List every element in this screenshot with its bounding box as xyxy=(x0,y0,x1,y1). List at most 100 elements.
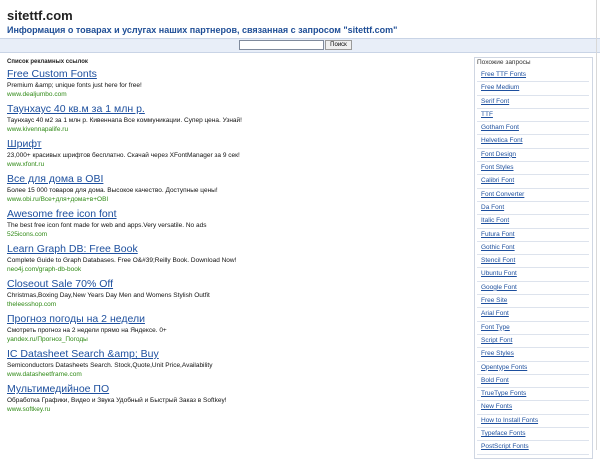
related-search-link[interactable]: Ubuntu Font xyxy=(477,268,589,280)
ad-url-link[interactable]: www.xfont.ru xyxy=(7,160,462,169)
ad-description: Более 15 000 товаров для дома. Высокое к… xyxy=(7,187,218,194)
ad-item: Мультимедийное ПО Обработка Графики, Вид… xyxy=(7,383,462,414)
related-search-link[interactable]: Font Converter xyxy=(477,189,589,201)
ad-description: Таунхаус 40 м2 за 1 млн р. Кивеннапа Все… xyxy=(7,117,242,124)
related-search-link[interactable]: New Fonts xyxy=(477,401,589,413)
related-search-link[interactable]: Font Styles xyxy=(477,162,589,174)
related-search-item: Font Styles xyxy=(477,162,589,176)
related-search-link[interactable]: Stencil Font xyxy=(477,255,589,267)
related-search-link[interactable]: Serif Font xyxy=(477,96,589,108)
related-searches-panel: Похожие запросы Free TTF Fonts Free Medi… xyxy=(474,57,593,459)
ad-url-link[interactable]: neo4j.com/graph-db-book xyxy=(7,265,462,274)
related-search-item: Font Design xyxy=(477,149,589,163)
ad-title-link[interactable]: Прогноз погоды на 2 недели xyxy=(7,313,462,326)
related-search-item: PostScript Fonts xyxy=(477,441,589,455)
related-search-item: Ubuntu Font xyxy=(477,268,589,282)
ad-url-link[interactable]: theleesshop.com xyxy=(7,300,462,309)
related-search-link[interactable]: Gothic Font xyxy=(477,242,589,254)
related-search-link[interactable]: Free Medium xyxy=(477,82,589,94)
scrollbar-edge xyxy=(596,0,597,450)
ad-description: Christmas,Boxing Day,New Years Day Men a… xyxy=(7,292,210,299)
ad-description: Semiconductors Datasheets Search. Stock,… xyxy=(7,362,213,369)
related-search-item: TTF xyxy=(477,109,589,123)
ad-title-link[interactable]: IC Datasheet Search &amp; Buy xyxy=(7,348,462,361)
ad-title-link[interactable]: Мультимедийное ПО xyxy=(7,383,462,396)
related-search-link[interactable]: Free Styles xyxy=(477,348,589,360)
related-search-item: How to Install Fonts xyxy=(477,415,589,429)
ad-title-link[interactable]: Awesome free icon font xyxy=(7,208,462,221)
ad-url-link[interactable]: yandex.ru/Прогноз_Погоды xyxy=(7,335,462,344)
related-search-link[interactable]: Font Type xyxy=(477,322,589,334)
ad-title-link[interactable]: Learn Graph DB: Free Book xyxy=(7,243,462,256)
ad-item: Шрифт 23,000+ красивых шрифтов бесплатно… xyxy=(7,138,462,169)
ad-url-link[interactable]: www.obi.ru/Все+для+дома+в+OBI xyxy=(7,195,462,204)
related-search-item: Free Styles xyxy=(477,348,589,362)
search-bar: Поиск xyxy=(0,38,600,53)
ad-title-link[interactable]: Шрифт xyxy=(7,138,462,151)
related-search-link[interactable]: Google Font xyxy=(477,282,589,294)
related-search-link[interactable]: PostScript Fonts xyxy=(477,441,589,453)
related-search-item: Font Type xyxy=(477,322,589,335)
related-search-item: TrueType Fonts xyxy=(477,388,589,402)
related-search-item: Futura Font xyxy=(477,229,589,242)
related-search-item: Font Converter xyxy=(477,189,589,202)
related-search-link[interactable]: Opentype Fonts xyxy=(477,362,589,374)
related-search-link[interactable]: How to Install Fonts xyxy=(477,415,589,427)
ad-url-link[interactable]: www.kivennapalife.ru xyxy=(7,125,462,134)
related-search-link[interactable]: Da Font xyxy=(477,202,589,214)
related-search-link[interactable]: Font Design xyxy=(477,149,589,161)
related-search-link[interactable]: Calibri Font xyxy=(477,175,589,187)
related-search-item: Free Site xyxy=(477,295,589,309)
related-search-item: Google Font xyxy=(477,282,589,296)
ad-url-link[interactable]: www.softkey.ru xyxy=(7,405,462,414)
related-search-item: Serif Font xyxy=(477,96,589,109)
ad-description: The best free icon font made for web and… xyxy=(7,222,207,229)
related-search-item: Script Font xyxy=(477,335,589,349)
related-search-item: Gotham Font xyxy=(477,122,589,136)
page-subtitle: Информация о товарах и услугах наших пар… xyxy=(7,25,398,35)
ad-item: Прогноз погоды на 2 недели Смотреть прог… xyxy=(7,313,462,344)
ad-title-link[interactable]: Все для дома в OBI xyxy=(7,173,462,186)
related-search-link[interactable]: Script Font xyxy=(477,335,589,347)
ad-url-link[interactable]: www.datasheetframe.com xyxy=(7,370,462,379)
related-search-item: Calibri Font xyxy=(477,175,589,189)
related-search-link[interactable]: Gotham Font xyxy=(477,122,589,134)
related-search-item: Typeface Fonts xyxy=(477,428,589,442)
search-input[interactable] xyxy=(239,40,324,50)
ad-item: Awesome free icon font The best free ico… xyxy=(7,208,462,239)
ad-description: 23,000+ красивых шрифтов бесплатно. Скач… xyxy=(7,152,240,159)
related-search-link[interactable]: TTF xyxy=(477,109,589,121)
ad-item: Free Custom Fonts Premium &amp; unique f… xyxy=(7,68,462,99)
ad-description: Обработка Графики, Видео и Звука Удобный… xyxy=(7,397,227,404)
related-search-link[interactable]: Arial Font xyxy=(477,308,589,320)
related-search-item: Da Font xyxy=(477,202,589,216)
related-search-item: Stencil Font xyxy=(477,255,589,269)
related-search-item: New Fonts xyxy=(477,401,589,415)
ad-description: Смотреть прогноз на 2 недели прямо на Ян… xyxy=(7,327,167,334)
related-search-item: Italic Font xyxy=(477,215,589,229)
related-search-link[interactable]: Typeface Fonts xyxy=(477,428,589,440)
ad-title-link[interactable]: Free Custom Fonts xyxy=(7,68,462,81)
related-search-link[interactable]: Futura Font xyxy=(477,229,589,241)
search-button[interactable]: Поиск xyxy=(325,40,352,50)
related-search-link[interactable]: TrueType Fonts xyxy=(477,388,589,400)
related-search-link[interactable]: Italic Font xyxy=(477,215,589,227)
related-search-link[interactable]: Free Site xyxy=(477,295,589,307)
related-search-link[interactable]: Bold Font xyxy=(477,375,589,387)
related-search-link[interactable]: Helvetica Font xyxy=(477,135,589,147)
related-search-item: Bold Font xyxy=(477,375,589,389)
related-search-item: Helvetica Font xyxy=(477,135,589,149)
related-search-item: Free Medium xyxy=(477,82,589,96)
ad-item: Closeout Sale 70% Off Christmas,Boxing D… xyxy=(7,278,462,309)
ad-item: Все для дома в OBI Более 15 000 товаров … xyxy=(7,173,462,204)
ad-url-link[interactable]: 525icons.com xyxy=(7,230,462,239)
related-searches-header: Похожие запросы xyxy=(477,59,531,66)
ad-url-link[interactable]: www.dealjumbo.com xyxy=(7,90,462,99)
ad-item: IC Datasheet Search &amp; Buy Semiconduc… xyxy=(7,348,462,379)
related-search-link[interactable]: Free TTF Fonts xyxy=(477,69,589,81)
related-searches-list: Free TTF Fonts Free Medium Serif Font TT… xyxy=(477,69,589,455)
ad-title-link[interactable]: Таунхаус 40 кв.м за 1 млн р. xyxy=(7,103,462,116)
related-search-item: Free TTF Fonts xyxy=(477,69,589,83)
related-search-item: Gothic Font xyxy=(477,242,589,256)
ad-title-link[interactable]: Closeout Sale 70% Off xyxy=(7,278,462,291)
